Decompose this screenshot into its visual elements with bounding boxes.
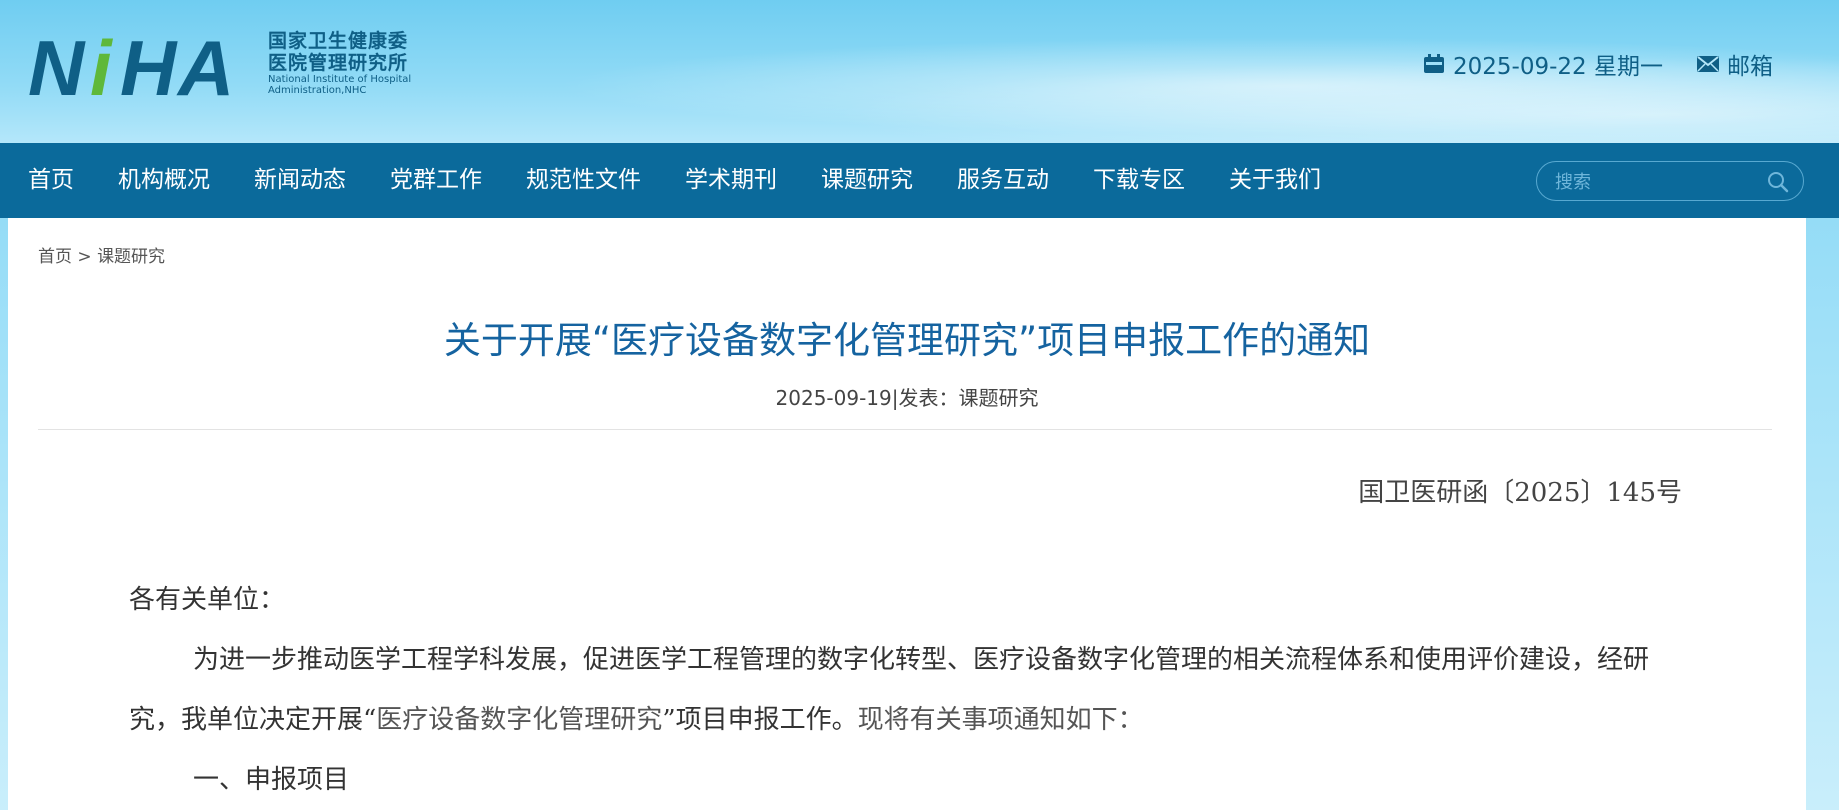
article-title: 关于开展“医疗设备数字化管理研究”项目申报工作的通知 [443,319,1371,362]
logo-en-line1: National Institute of Hospital [268,74,412,85]
document-number: 国卫医研函〔2025〕145号 [1358,478,1682,508]
svg-text:N: N [28,25,86,105]
salutation: 各有关单位： [129,585,286,615]
nav-item-journals[interactable]: 学术期刊 [663,143,799,218]
svg-text:A: A [176,25,234,105]
paragraph-intro: 为进一步推动医学工程学科发展，促进医学工程管理的数字化转型、医疗设备数字化管理的… [129,630,1689,750]
project-name-highlight: 医疗设备数字化管理研究 [376,705,663,735]
breadcrumb-separator: > [77,247,92,267]
logo-cn-line2: 医院管理研究所 [268,52,409,74]
nav-item-home[interactable]: 首页 [0,143,96,218]
search-box [1536,161,1804,201]
breadcrumb-current[interactable]: 课题研究 [97,247,165,267]
svg-text:H: H [120,25,178,105]
breadcrumb: 首页 > 课题研究 [38,242,165,267]
article-meta: 2025-09-19|发表：课题研究 [775,386,1039,410]
nav-list: 首页 机构概况 新闻动态 党群工作 规范性文件 学术期刊 课题研究 服务互动 下… [0,143,1343,218]
mail-label[interactable]: 邮箱 [1727,47,1773,81]
section-heading-1: 一、申报项目 [193,765,350,795]
title-divider [38,429,1772,430]
nav-item-regulations[interactable]: 规范性文件 [504,143,663,218]
nav-item-services[interactable]: 服务互动 [935,143,1071,218]
article-body: 各有关单位： 为进一步推动医学工程学科发展，促进医学工程管理的数字化转型、医疗设… [129,570,1689,810]
date-text: 2025-09-22 星期一 [1453,54,1663,80]
search-icon[interactable] [1767,171,1789,193]
breadcrumb-home[interactable]: 首页 [38,247,72,267]
mail-icon [1697,56,1719,72]
mail-link[interactable]: 邮箱 [1697,47,1773,81]
nav-item-party-work[interactable]: 党群工作 [368,143,504,218]
header-utilities: 2025-09-22 星期一 邮箱 [1423,47,1773,81]
nav-item-news[interactable]: 新闻动态 [232,143,368,218]
paragraph-intro-part3: 现将有关事项通知如下： [857,705,1144,735]
svg-text:i: i [90,25,113,105]
nav-item-about-us[interactable]: 关于我们 [1207,143,1343,218]
calendar-icon [1424,54,1445,73]
nav-item-about-org[interactable]: 机构概况 [96,143,232,218]
article-panel: 首页 > 课题研究 关于开展“医疗设备数字化管理研究”项目申报工作的通知 202… [8,218,1806,810]
date-display: 2025-09-22 星期一 [1423,47,1663,81]
paragraph-intro-part2: ”项目申报工作。 [662,705,858,735]
site-header: N i H A 国家卫生健康委 医院管理研究所 National Institu… [0,0,1839,143]
nav-item-downloads[interactable]: 下载专区 [1071,143,1207,218]
search-input[interactable] [1553,168,1767,196]
nav-item-research[interactable]: 课题研究 [799,143,935,218]
logo-en-line2: Administration,NHC [268,85,367,96]
logo-text: 国家卫生健康委 医院管理研究所 National Institute of Ho… [268,30,448,96]
logo-cn-line1: 国家卫生健康委 [268,30,409,52]
